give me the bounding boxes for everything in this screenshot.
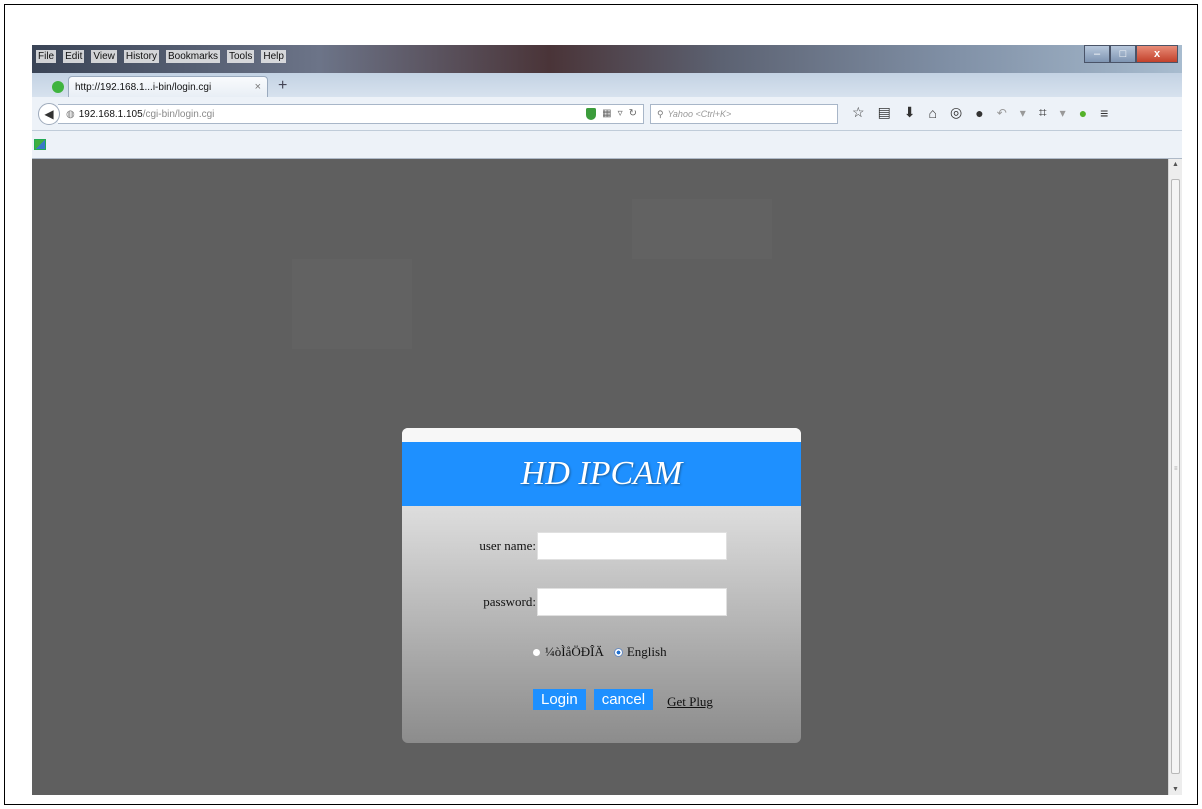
browser-tab[interactable]: http://192.168.1...i-bin/login.cgi × — [68, 76, 268, 97]
scroll-thumb[interactable]: ≡ — [1171, 179, 1180, 774]
login-title: HD IPCAM — [520, 455, 683, 492]
minimize-button[interactable]: – — [1084, 45, 1110, 63]
bookmark-item-icon[interactable] — [34, 139, 46, 150]
reading-list-icon[interactable]: ▤ — [878, 104, 891, 121]
reload-icon[interactable]: ↻ — [629, 108, 637, 120]
language-label-english: English — [626, 644, 667, 659]
downloads-icon[interactable]: ⬇ — [904, 104, 916, 121]
scroll-up-icon[interactable]: ▲ — [1172, 161, 1179, 168]
username-input[interactable] — [537, 532, 727, 560]
vertical-scrollbar[interactable]: ▲ ≡ ▼ — [1168, 159, 1182, 795]
back-button[interactable]: ◀ — [38, 103, 60, 125]
language-label-chinese: ¼òÌåÖÐÎÄ — [545, 644, 604, 659]
search-bar[interactable]: ⚲ Yahoo <Ctrl+K> — [650, 104, 838, 124]
address-bar-icons: ▦ ▿ ↻ — [586, 108, 637, 120]
scroll-grip-icon: ≡ — [1174, 466, 1178, 472]
get-plug-link[interactable]: Get Plug — [667, 694, 713, 710]
maximize-button[interactable]: □ — [1110, 45, 1136, 63]
menu-edit[interactable]: Edit — [63, 50, 85, 63]
background-block — [632, 199, 772, 259]
tab-close-icon[interactable]: × — [255, 81, 261, 93]
menu-bar: File Edit View History Bookmarks Tools H… — [36, 50, 286, 63]
language-row: ¼òÌåÖÐÎÄ English — [532, 644, 801, 660]
search-input: Yahoo <Ctrl+K> — [667, 109, 732, 119]
title-bar: File Edit View History Bookmarks Tools H… — [32, 45, 1182, 73]
browser-window: File Edit View History Bookmarks Tools H… — [32, 45, 1182, 795]
username-label: user name: — [479, 538, 536, 553]
menu-history[interactable]: History — [123, 50, 159, 63]
menu-hamburger-icon[interactable]: ≡ — [1100, 105, 1108, 121]
menu-file[interactable]: File — [36, 50, 57, 63]
pocket-icon[interactable]: ◎ — [950, 104, 962, 121]
password-label: password: — [483, 594, 536, 609]
extension-icon[interactable]: ● — [1079, 105, 1087, 121]
username-row: user name: — [402, 532, 801, 560]
menu-help[interactable]: Help — [261, 50, 286, 63]
tab-bar: http://192.168.1...i-bin/login.cgi × + — [32, 73, 1182, 97]
screenshot-frame: File Edit View History Bookmarks Tools H… — [4, 4, 1198, 805]
bookmark-star-icon[interactable]: ☆ — [852, 104, 865, 121]
password-input[interactable] — [537, 588, 727, 616]
language-radio-chinese[interactable] — [532, 647, 541, 657]
bookmarks-bar — [32, 131, 1182, 159]
password-row: password: — [402, 588, 801, 616]
tab-title: http://192.168.1...i-bin/login.cgi — [75, 81, 212, 93]
navigation-bar: ◍ 192.168.1.105/cgi-bin/login.cgi ▦ ▿ ↻ … — [32, 97, 1182, 131]
login-button[interactable]: Login — [533, 688, 586, 710]
shield-icon[interactable] — [586, 108, 597, 120]
chat-icon[interactable]: ● — [975, 105, 983, 121]
background-block — [292, 259, 412, 349]
crop-icon[interactable]: ⌗ — [1039, 104, 1047, 121]
button-row: Login cancel Get Plug — [533, 688, 801, 710]
url-host: 192.168.1.105 — [78, 108, 143, 120]
home-icon[interactable]: ⌂ — [929, 105, 937, 121]
cancel-button[interactable]: cancel — [593, 688, 654, 710]
qr-code-icon[interactable]: ▦ — [602, 108, 611, 120]
scroll-down-icon[interactable]: ▼ — [1172, 786, 1179, 793]
close-window-button[interactable]: x — [1136, 45, 1178, 63]
menu-tools[interactable]: Tools — [227, 50, 255, 63]
window-controls: – □ x — [1084, 45, 1178, 63]
search-icon: ⚲ — [657, 108, 664, 119]
new-tab-button[interactable]: + — [278, 77, 287, 95]
undo-dropdown-icon[interactable]: ▾ — [1020, 106, 1026, 120]
globe-icon: ◍ — [66, 108, 75, 120]
address-bar[interactable]: ◍ 192.168.1.105/cgi-bin/login.cgi ▦ ▿ ↻ — [58, 104, 644, 124]
login-header: HD IPCAM — [402, 442, 801, 506]
tab-favicon-icon — [52, 81, 64, 93]
crop-dropdown-icon[interactable]: ▾ — [1060, 106, 1066, 120]
menu-view[interactable]: View — [91, 50, 117, 63]
language-radio-english[interactable] — [613, 647, 623, 657]
dropdown-icon[interactable]: ▿ — [618, 108, 623, 120]
undo-icon[interactable]: ↶ — [997, 106, 1007, 120]
back-arrow-icon: ◀ — [44, 107, 54, 121]
login-dialog: HD IPCAM user name: password: ¼òÌåÖÐÎÄ E… — [402, 428, 801, 743]
login-dialog-top — [402, 428, 801, 442]
toolbar-icons: ☆ ▤ ⬇ ⌂ ◎ ● ↶ ▾ ⌗ ▾ ● ≡ — [852, 104, 1108, 121]
page-content: HD IPCAM user name: password: ¼òÌåÖÐÎÄ E… — [32, 159, 1168, 795]
menu-bookmarks[interactable]: Bookmarks — [165, 50, 220, 63]
url-path: /cgi-bin/login.cgi — [142, 108, 215, 120]
